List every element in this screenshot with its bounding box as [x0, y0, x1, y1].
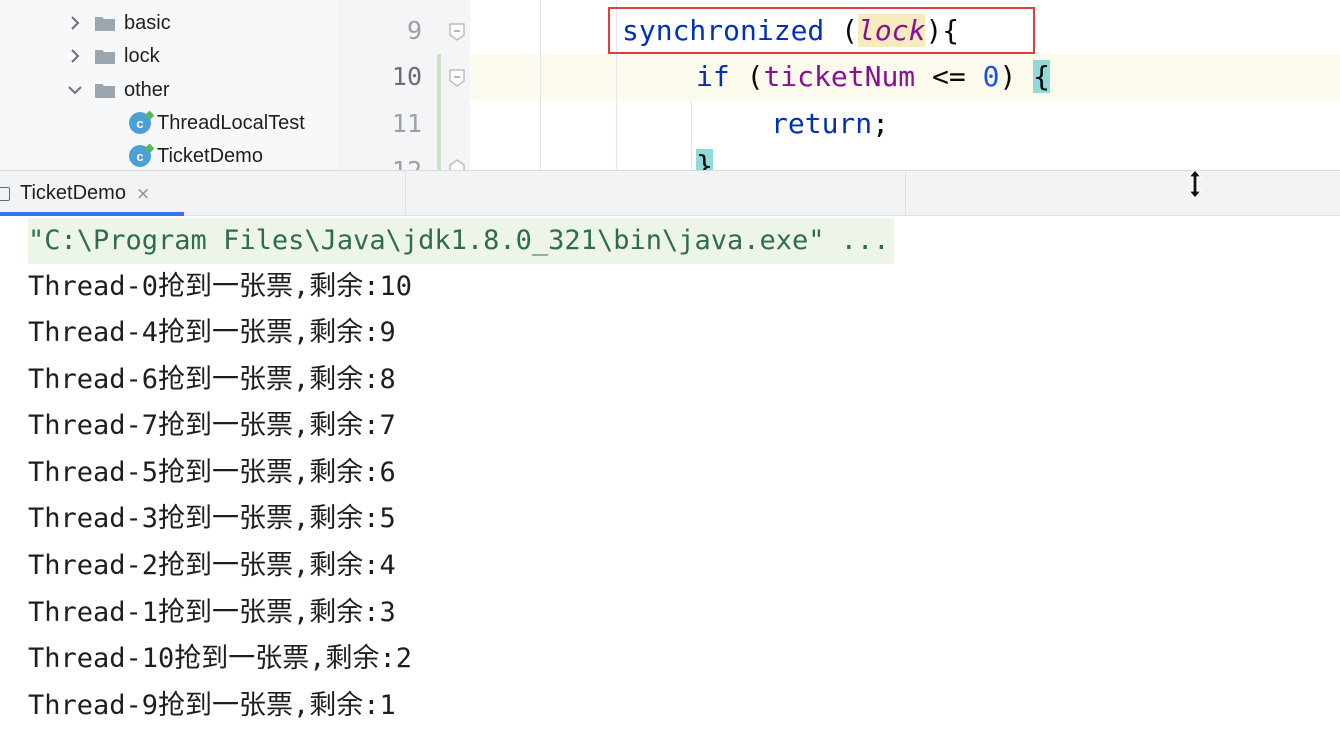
- matched-brace: {: [1033, 60, 1051, 93]
- fold-icon[interactable]: [448, 158, 466, 170]
- resize-cursor-icon: [1187, 169, 1203, 199]
- line-number: 11: [391, 109, 422, 138]
- console-output-line: Thread-2抢到一张票,剩余:4: [28, 550, 396, 581]
- chevron-right-icon[interactable]: [66, 47, 84, 65]
- top-area: basic lock other c ThreadLocalTest c Tic…: [0, 0, 1340, 170]
- tree-folder-basic[interactable]: basic: [66, 8, 171, 38]
- tree-item-label: ThreadLocalTest: [157, 111, 305, 134]
- tree-folder-other[interactable]: other: [66, 75, 170, 105]
- tree-class-ticketdemo[interactable]: c TicketDemo: [129, 141, 263, 170]
- run-tab-ticketdemo[interactable]: TicketDemo ×: [0, 171, 184, 216]
- indent-guide: [691, 100, 692, 170]
- folder-icon: [94, 14, 116, 32]
- java-class-icon: c: [129, 145, 151, 167]
- console-output-line: Thread-0抢到一张票,剩余:10: [28, 271, 413, 302]
- code-line-12[interactable]: }: [696, 143, 713, 170]
- chevron-down-icon[interactable]: [66, 81, 84, 99]
- vcs-change-marker[interactable]: [437, 54, 441, 170]
- code-line-10[interactable]: if (ticketNum <= 0) {: [696, 54, 1051, 100]
- console-output-line: Thread-5抢到一张票,剩余:6: [28, 457, 396, 488]
- annotation-highlight-box: [608, 7, 1035, 54]
- folder-icon: [94, 47, 116, 65]
- line-number: 10: [391, 62, 422, 91]
- tree-item-label: basic: [124, 11, 171, 34]
- keyword-if: if: [696, 60, 730, 93]
- java-class-icon: c: [129, 112, 151, 134]
- fold-icon[interactable]: [448, 68, 466, 88]
- close-icon[interactable]: ×: [136, 184, 150, 204]
- chevron-right-icon[interactable]: [66, 14, 84, 32]
- tree-folder-lock[interactable]: lock: [66, 41, 160, 71]
- console-output-line: Thread-7抢到一张票,剩余:7: [28, 410, 396, 441]
- tab-separator: [905, 171, 906, 216]
- tree-item-label: TicketDemo: [157, 144, 263, 167]
- console-output-line: Thread-1抢到一张票,剩余:3: [28, 597, 396, 628]
- console-command-line: "C:\Program Files\Java\jdk1.8.0_321\bin\…: [28, 218, 894, 264]
- keyword-return: return: [771, 107, 873, 140]
- fold-icon[interactable]: [448, 22, 466, 42]
- partial-tree-item: [140, 0, 230, 4]
- variable-ticketnum: ticketNum: [763, 60, 916, 93]
- number-literal: 0: [982, 60, 1000, 93]
- console-output-line: Thread-4抢到一张票,剩余:9: [28, 317, 396, 348]
- code-token: (: [729, 60, 764, 93]
- project-tree: basic lock other c ThreadLocalTest c Tic…: [0, 0, 339, 170]
- tree-item-label: other: [124, 78, 170, 101]
- console-output-line: Thread-3抢到一张票,剩余:5: [28, 503, 396, 534]
- tree-class-threadlocaltest[interactable]: c ThreadLocalTest: [129, 108, 305, 138]
- console-icon: [0, 186, 10, 201]
- code-line-11[interactable]: return;: [771, 101, 889, 147]
- matched-brace: }: [696, 149, 713, 170]
- console-output-line: Thread-10抢到一张票,剩余:2: [28, 643, 413, 674]
- tree-item-label: lock: [124, 44, 160, 67]
- run-tab-label: TicketDemo: [20, 182, 126, 204]
- line-number: 9: [406, 16, 422, 45]
- run-console[interactable]: "C:\Program Files\Java\jdk1.8.0_321\bin\…: [0, 216, 1340, 733]
- indent-guide: [540, 0, 541, 170]
- console-output-line: Thread-9抢到一张票,剩余:1: [28, 690, 396, 721]
- folder-icon: [94, 81, 116, 99]
- code-token: ;: [872, 107, 890, 140]
- console-output-line: Thread-6抢到一张票,剩余:8: [28, 364, 396, 395]
- code-token: ): [999, 60, 1034, 93]
- run-tab-bar: TicketDemo ×: [0, 170, 1340, 216]
- tab-separator: [405, 171, 406, 216]
- line-number: 12: [338, 148, 422, 170]
- code-token: <=: [915, 60, 983, 93]
